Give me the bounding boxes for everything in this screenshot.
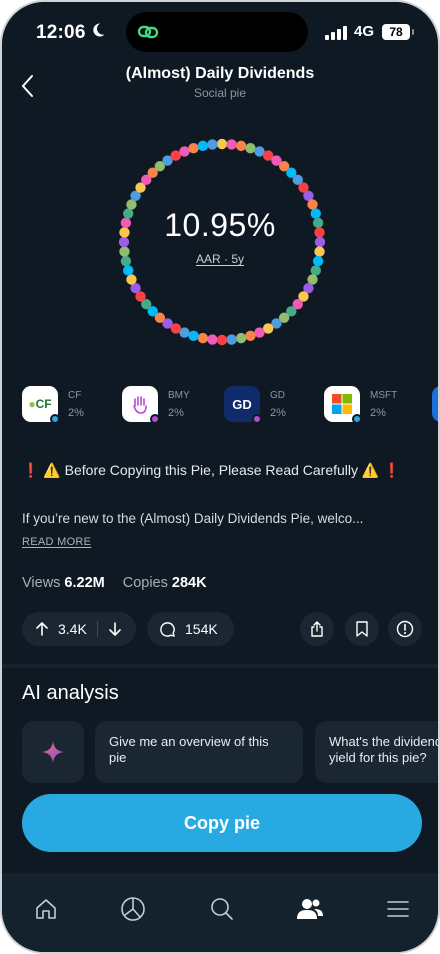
- performance-label[interactable]: AAR · 5y: [2, 252, 438, 266]
- network-label: 4G: [354, 23, 375, 40]
- share-button[interactable]: [300, 612, 334, 646]
- arrow-down-icon[interactable]: [108, 621, 122, 637]
- tab-menu[interactable]: [374, 885, 422, 933]
- bookmark-button[interactable]: [345, 612, 379, 646]
- ring-segment: [235, 332, 247, 344]
- status-bar: 12:06 4G 78: [2, 2, 438, 62]
- ring-segment: [207, 139, 218, 150]
- ring-segment: [216, 334, 228, 346]
- ring-segment: [254, 327, 265, 338]
- ring-segment: [123, 265, 134, 276]
- report-button[interactable]: [388, 612, 422, 646]
- phone-screen: 12:06 4G 78 (Almost) Daily Dividends Soc…: [0, 0, 440, 954]
- ai-prompt-card[interactable]: What's the dividend yield for this pie?: [315, 721, 438, 783]
- ring-segment: [197, 332, 209, 344]
- status-time: 12:06: [36, 22, 86, 43]
- holding-weight: 2%: [168, 407, 184, 419]
- home-icon: [36, 899, 56, 919]
- holding-cf[interactable]: ●CF CF 2%: [22, 386, 84, 424]
- tab-portfolio[interactable]: [109, 885, 157, 933]
- stats-row: Views 6.22M Copies 284K: [22, 575, 207, 591]
- holding-weight: 2%: [270, 407, 286, 419]
- ring-segment: [188, 330, 199, 341]
- ring-segment: [126, 274, 137, 285]
- ai-prompt-card[interactable]: Give me an overview of this pie: [95, 721, 303, 783]
- menu-icon: [387, 901, 409, 917]
- ring-segment: [235, 140, 247, 152]
- tab-home[interactable]: [22, 885, 70, 933]
- holding-ticker: MSFT: [370, 390, 398, 401]
- read-more-link[interactable]: READ MORE: [22, 536, 91, 548]
- tab-search[interactable]: [198, 885, 246, 933]
- holding-msft[interactable]: MSFT 2%: [324, 386, 397, 424]
- copies-label: Copies: [122, 575, 168, 591]
- holding-weight: 2%: [68, 407, 84, 419]
- share-icon: [311, 621, 323, 637]
- holding-gd[interactable]: GD GD 2%: [224, 386, 286, 424]
- bmy-logo: [122, 386, 160, 424]
- holding-next-logo[interactable]: [432, 386, 438, 422]
- vote-control: 3.4K: [22, 612, 136, 646]
- tab-bar: [2, 873, 438, 952]
- arrow-up-icon[interactable]: [34, 621, 50, 637]
- ring-segment: [226, 139, 237, 150]
- ring-segment: [245, 330, 256, 341]
- moon-icon: [90, 22, 106, 43]
- holding-ticker: CF: [68, 390, 82, 401]
- ring-segment: [216, 138, 228, 150]
- battery-icon: 78: [382, 24, 414, 40]
- ring-segment: [179, 146, 190, 157]
- holding-ticker: GD: [270, 390, 285, 401]
- description-warning: ❗ ⚠️ Before Copying this Pie, Please Rea…: [22, 462, 401, 478]
- ring-segment: [207, 334, 218, 345]
- msft-logo: [324, 386, 362, 424]
- ai-sparkle-button[interactable]: [22, 721, 84, 783]
- ring-segment: [188, 143, 199, 154]
- portfolio-icon: [121, 897, 145, 921]
- tab-social[interactable]: [286, 885, 334, 933]
- comment-count: 154K: [185, 621, 218, 637]
- ring-segment: [310, 265, 321, 276]
- report-icon: [396, 620, 414, 638]
- copy-pie-button[interactable]: Copy pie: [22, 794, 422, 852]
- ai-analysis-title: AI analysis: [22, 682, 119, 704]
- cf-logo: ●CF: [22, 386, 60, 424]
- holding-bmy[interactable]: BMY 2%: [122, 386, 190, 424]
- views-label: Views: [22, 575, 61, 591]
- section-divider: [2, 664, 438, 668]
- holding-weight: 2%: [370, 407, 386, 419]
- social-icon: [297, 899, 323, 919]
- page-subtitle: Social pie: [193, 86, 247, 100]
- search-icon: [211, 898, 233, 920]
- upvote-count: 3.4K: [58, 621, 87, 637]
- description-text: If you’re new to the (Almost) Daily Divi…: [22, 511, 364, 526]
- comments-button[interactable]: 154K: [147, 612, 234, 646]
- comment-icon: [160, 621, 175, 637]
- sparkle-icon: [42, 741, 64, 763]
- views-value: 6.22M: [64, 575, 105, 591]
- link-icon: [137, 25, 159, 39]
- ring-segment: [197, 140, 209, 152]
- performance-value: 10.95%: [164, 207, 276, 243]
- dynamic-island: [126, 12, 308, 52]
- copies-value: 284K: [171, 575, 207, 591]
- bookmark-icon: [356, 621, 368, 637]
- ring-segment: [226, 334, 237, 345]
- signal-icon: [325, 26, 347, 40]
- holding-ticker: BMY: [168, 390, 190, 401]
- page-title: (Almost) Daily Dividends: [125, 65, 315, 82]
- gd-logo: GD: [224, 386, 262, 424]
- ring-segment: [245, 143, 256, 154]
